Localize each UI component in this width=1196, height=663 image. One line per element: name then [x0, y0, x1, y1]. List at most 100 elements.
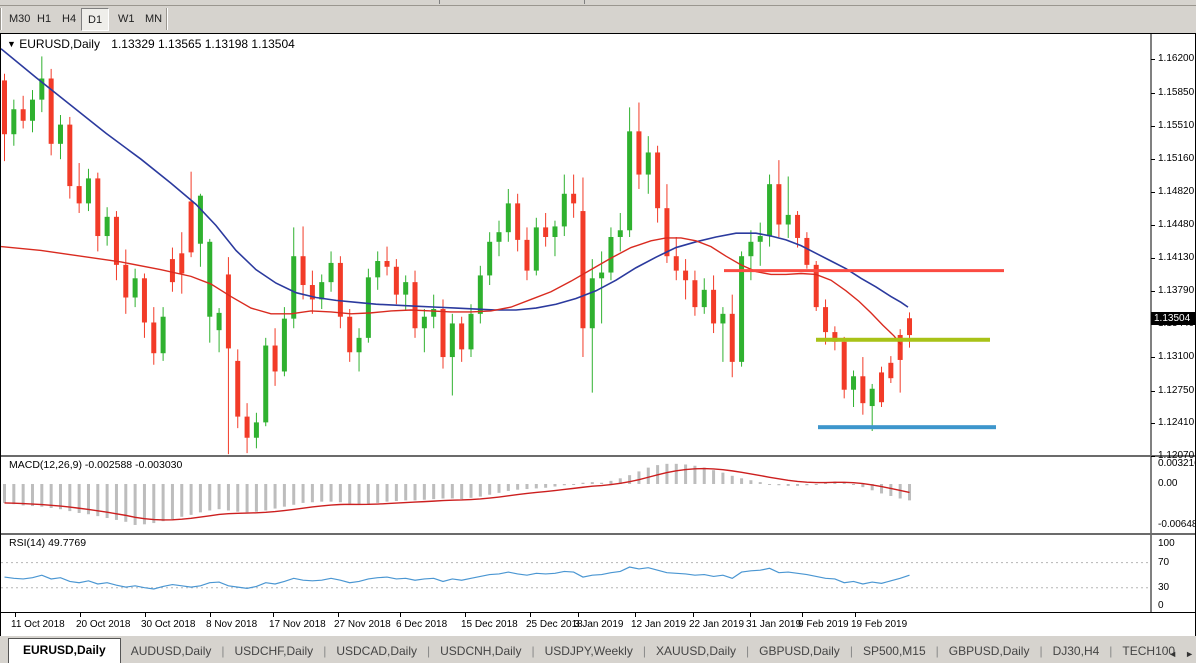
candle-body — [692, 280, 697, 307]
macd-histogram-bar — [283, 484, 286, 507]
chart-window: ▼ EURUSD,Daily 1.13329 1.13565 1.13198 1… — [0, 33, 1196, 636]
chart-tab-xauusd-daily[interactable]: XAUUSD,Daily — [646, 640, 746, 663]
candle-body — [496, 232, 501, 242]
candle-body — [77, 186, 82, 203]
chart-tab-audusd-daily[interactable]: AUDUSD,Daily — [121, 640, 222, 663]
chart-tab-dj30-h4[interactable]: DJ30,H4 — [1043, 640, 1110, 663]
date-tick — [578, 613, 579, 617]
trend-level-resistance[interactable] — [724, 269, 1004, 272]
candle-body — [534, 227, 539, 270]
macd-histogram-bar — [637, 471, 640, 484]
candle-body — [319, 282, 324, 299]
timeframe-button-d1[interactable]: D1 — [81, 8, 109, 31]
chart-tab-gbpusd-daily[interactable]: GBPUSD,Daily — [939, 640, 1040, 663]
chart-tab-usdchf-daily[interactable]: USDCHF,Daily — [225, 640, 324, 663]
macd-histogram-bar — [404, 484, 407, 500]
trading-terminal: M30H1H4D1W1MN ▼ EURUSD,Daily 1.13329 1.1… — [0, 0, 1196, 663]
macd-histogram-bar — [423, 484, 426, 500]
macd-histogram-bar — [563, 484, 566, 485]
candle-body — [226, 274, 231, 348]
chart-tab-usdjpy-weekly[interactable]: USDJPY,Weekly — [535, 640, 643, 663]
indicator-axis-label: 0.003216 — [1158, 458, 1196, 469]
candle-body — [823, 307, 828, 332]
candle-body — [301, 256, 306, 285]
macd-histogram-bar — [236, 484, 239, 512]
timeframe-button-w1[interactable]: W1 — [112, 8, 141, 29]
macd-histogram-bar — [199, 484, 202, 512]
date-tick — [145, 613, 146, 617]
macd-histogram-bar — [134, 484, 137, 525]
indicator-axis: 0.0032160.00-0.00648510070300 — [1151, 34, 1195, 635]
macd-histogram-bar — [525, 484, 528, 489]
candle-body — [552, 226, 557, 237]
candle-body — [524, 240, 529, 271]
candle-body — [282, 319, 287, 372]
macd-histogram-bar — [246, 484, 249, 512]
chart-tab-bar: EURUSD,DailyAUDUSD,Daily|USDCHF,Daily|US… — [0, 636, 1196, 663]
indicator-axis-label: -0.006485 — [1158, 519, 1196, 530]
macd-histogram-bar — [721, 473, 724, 484]
candle-body — [114, 217, 119, 265]
date-axis-label: 17 Nov 2018 — [269, 619, 326, 630]
candle-body — [170, 259, 175, 282]
macd-histogram-bar — [348, 484, 351, 504]
chart-tab-sp500-m15[interactable]: SP500,M15 — [853, 640, 936, 663]
date-tick — [802, 613, 803, 617]
macd-histogram-bar — [50, 484, 53, 508]
date-tick — [80, 613, 81, 617]
candle-body — [357, 338, 362, 352]
trend-level-minor-support[interactable] — [816, 338, 990, 342]
timeframe-button-mn[interactable]: MN — [139, 8, 168, 29]
candle-body — [767, 184, 772, 236]
date-axis[interactable]: 11 Oct 201820 Oct 201830 Oct 20188 Nov 2… — [1, 612, 1195, 636]
macd-histogram-bar — [171, 484, 174, 519]
chart-tab-eurusd-daily[interactable]: EURUSD,Daily — [8, 638, 121, 663]
candle-body — [254, 422, 259, 437]
candle-body — [338, 263, 343, 317]
chart-tab-usdcad-daily[interactable]: USDCAD,Daily — [326, 640, 427, 663]
candle-body — [842, 342, 847, 390]
macd-histogram-bar — [852, 484, 855, 485]
candle-body — [273, 346, 278, 372]
candle-body — [655, 152, 660, 208]
date-axis-label: 9 Feb 2019 — [798, 619, 849, 630]
tab-scroll-left-icon[interactable]: ◄ — [1168, 649, 1177, 659]
candle-body — [599, 273, 604, 279]
macd-histogram-bar — [386, 484, 389, 502]
macd-histogram-bar — [274, 484, 277, 509]
candle-body — [469, 314, 474, 350]
candle-body — [515, 203, 520, 239]
candle-body — [375, 261, 380, 277]
candle-body — [459, 323, 464, 349]
panel-separator-rsi[interactable] — [1, 533, 1195, 535]
macd-histogram-bar — [470, 484, 473, 498]
candle-body — [636, 131, 641, 174]
date-axis-label: 31 Jan 2019 — [746, 619, 801, 630]
date-axis-label: 8 Nov 2018 — [206, 619, 257, 630]
candle-body — [67, 125, 72, 186]
timeframe-button-h4[interactable]: H4 — [56, 8, 82, 29]
chart-canvas[interactable] — [1, 34, 1195, 635]
candle-body — [142, 278, 147, 322]
candle-body — [179, 253, 184, 273]
date-tick — [530, 613, 531, 617]
timeframe-toolbar: M30H1H4D1W1MN — [0, 6, 1196, 32]
candle-body — [422, 317, 427, 329]
toolbar-separator — [439, 0, 440, 4]
candle-body — [907, 318, 912, 335]
timeframe-button-h1[interactable]: H1 — [31, 8, 57, 29]
candle-body — [860, 376, 865, 403]
chart-tab-gbpusd-daily[interactable]: GBPUSD,Daily — [749, 640, 850, 663]
tab-scroll-right-icon[interactable]: ► — [1185, 649, 1194, 659]
candle-body — [618, 230, 623, 237]
indicator-axis-label: 0.00 — [1158, 478, 1177, 489]
trend-level-support[interactable] — [818, 425, 996, 429]
chart-tab-usdcnh-daily[interactable]: USDCNH,Daily — [430, 640, 531, 663]
candle-body — [207, 242, 212, 317]
macd-histogram-bar — [665, 464, 668, 484]
candle-body — [441, 309, 446, 357]
macd-histogram-bar — [759, 482, 762, 484]
macd-histogram-bar — [302, 484, 305, 503]
indicator-axis-label: 70 — [1158, 557, 1169, 568]
panel-separator-macd[interactable] — [1, 455, 1195, 457]
